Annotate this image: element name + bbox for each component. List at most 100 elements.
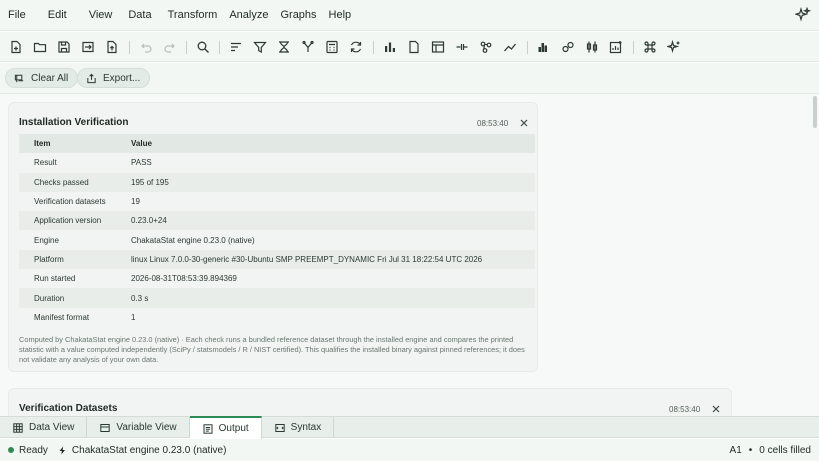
bar-chart-icon[interactable] xyxy=(382,39,398,55)
new-file-icon[interactable] xyxy=(8,39,24,55)
toolbar-separator xyxy=(219,41,220,54)
row-item: Duration xyxy=(19,288,131,308)
menu-file[interactable]: File xyxy=(0,0,32,31)
menu-data[interactable]: Data xyxy=(122,0,157,31)
merge-icon[interactable] xyxy=(300,39,316,55)
export-button[interactable]: Export... xyxy=(77,68,151,88)
output-scrollbar[interactable] xyxy=(809,94,819,416)
sort-icon[interactable] xyxy=(228,39,244,55)
command-icon[interactable] xyxy=(642,39,658,55)
lightning-icon xyxy=(59,446,65,454)
card-title: Installation Verification xyxy=(19,117,129,128)
cells-filled-count: 0 cells filled xyxy=(759,444,811,456)
table-row: Checks passed 195 of 195 xyxy=(19,172,535,192)
menu-edit[interactable]: Edit xyxy=(42,0,73,31)
table-row: Engine ChakataStat engine 0.23.0 (native) xyxy=(19,230,535,249)
output-viewer: Installation Verification 08:53:40 Item … xyxy=(0,94,809,416)
share-icon xyxy=(87,73,96,83)
row-item: Checks passed xyxy=(19,172,131,192)
split-icon[interactable] xyxy=(454,39,470,55)
menu-graphs[interactable]: Graphs xyxy=(274,0,322,31)
tab-label: Syntax xyxy=(290,422,322,433)
installation-verification-card: Installation Verification 08:53:40 Item … xyxy=(8,102,538,372)
boxplot-icon[interactable] xyxy=(584,39,600,55)
toolbar-separator xyxy=(129,41,130,54)
add-chart-icon[interactable] xyxy=(608,39,624,55)
tab-label: Output xyxy=(218,423,249,434)
row-item: Manifest format xyxy=(34,312,90,322)
search-icon[interactable] xyxy=(195,39,211,55)
column-header-item: Item xyxy=(19,134,131,154)
undo-icon[interactable] xyxy=(138,39,154,55)
verification-note: Computed by ChakataStat engine 0.23.0 (n… xyxy=(19,335,525,364)
row-value: 0.3 s xyxy=(131,288,535,308)
view-tabs: Data View Variable View Output Syntax xyxy=(0,416,819,439)
menu-help[interactable]: Help xyxy=(323,0,358,31)
tab-variable-view[interactable]: Variable View xyxy=(87,417,190,438)
table-icon[interactable] xyxy=(430,39,446,55)
calculator-icon[interactable] xyxy=(324,39,340,55)
table-row: Manifest format 1 xyxy=(19,308,535,327)
table-row: Result PASS xyxy=(19,153,535,172)
row-value: PASS xyxy=(131,158,152,168)
cluster-icon[interactable] xyxy=(560,39,576,55)
table-row: Run started 2026-08-31T08:53:39.894369 xyxy=(19,269,535,288)
toolbar-separator xyxy=(186,41,187,54)
recode-icon[interactable] xyxy=(348,39,364,55)
cell-status: A1 • 0 cells filled xyxy=(730,439,811,461)
ai-sparkle-icon[interactable] xyxy=(666,39,682,55)
menu-view[interactable]: View xyxy=(83,0,119,31)
code-icon xyxy=(274,423,285,432)
status-bar: Ready ChakataStat engine 0.23.0 (native)… xyxy=(0,439,819,461)
card-timestamp: 08:53:40 xyxy=(477,119,509,128)
hourglass-icon[interactable] xyxy=(276,39,292,55)
row-item: Run started xyxy=(34,274,76,284)
row-value: 1 xyxy=(131,312,136,322)
close-icon[interactable] xyxy=(519,115,531,127)
trend-icon[interactable] xyxy=(502,39,518,55)
network-icon[interactable] xyxy=(478,39,494,55)
row-value: 19 xyxy=(131,197,140,207)
close-icon[interactable] xyxy=(711,401,723,413)
save-icon[interactable] xyxy=(56,39,72,55)
status-indicator xyxy=(8,447,14,453)
histogram-icon[interactable] xyxy=(536,39,552,55)
table-row: Duration 0.3 s xyxy=(19,288,535,308)
row-item: Result xyxy=(34,158,57,168)
toolbar-separator xyxy=(527,41,528,54)
export-icon[interactable] xyxy=(104,39,120,55)
clear-all-button[interactable]: Clear All xyxy=(5,68,79,88)
row-value: 2026-08-31T08:53:39.894369 xyxy=(131,274,237,284)
engine-info: ChakataStat engine 0.23.0 (native) xyxy=(58,444,227,456)
tab-label: Data View xyxy=(29,422,75,433)
import-icon[interactable] xyxy=(80,39,96,55)
menu-bar: File Edit View Data Transform Analyze Gr… xyxy=(0,0,819,31)
open-folder-icon[interactable] xyxy=(32,39,48,55)
clear-all-label: Clear All xyxy=(31,72,69,84)
tab-data-view[interactable]: Data View xyxy=(0,417,88,438)
filter-icon[interactable] xyxy=(252,39,268,55)
toolbar-separator xyxy=(633,41,634,54)
output-doc-icon xyxy=(203,423,213,434)
row-item: Platform xyxy=(19,249,131,270)
export-label: Export... xyxy=(103,72,141,84)
menu-transform[interactable]: Transform xyxy=(162,0,224,31)
tab-output[interactable]: Output xyxy=(189,416,262,439)
document-icon[interactable] xyxy=(406,39,422,55)
scrollbar-thumb[interactable] xyxy=(813,96,817,128)
verification-table: Item Value Result PASS Checks passed 195 o… xyxy=(19,134,535,327)
ai-assistant-icon[interactable] xyxy=(794,6,812,23)
tab-label: Variable View xyxy=(116,422,177,433)
menu-analyze[interactable]: Analyze xyxy=(223,0,274,31)
tab-syntax[interactable]: Syntax xyxy=(262,417,335,438)
table-row: Platform linux Linux 7.0.0-30-generic #30… xyxy=(19,249,535,270)
cell-reference: A1 xyxy=(729,444,742,456)
redo-icon[interactable] xyxy=(162,39,178,55)
list-icon xyxy=(100,423,111,432)
table-row: Application version 0.23.0+24 xyxy=(19,211,535,231)
row-value: 0.23.0+24 xyxy=(131,211,535,231)
engine-name: ChakataStat engine 0.23.0 (native) xyxy=(71,444,227,456)
row-value: linux Linux 7.0.0-30-generic #30-Ubuntu … xyxy=(131,249,535,270)
status-text: Ready xyxy=(19,444,48,456)
status-separator: • xyxy=(748,444,753,456)
